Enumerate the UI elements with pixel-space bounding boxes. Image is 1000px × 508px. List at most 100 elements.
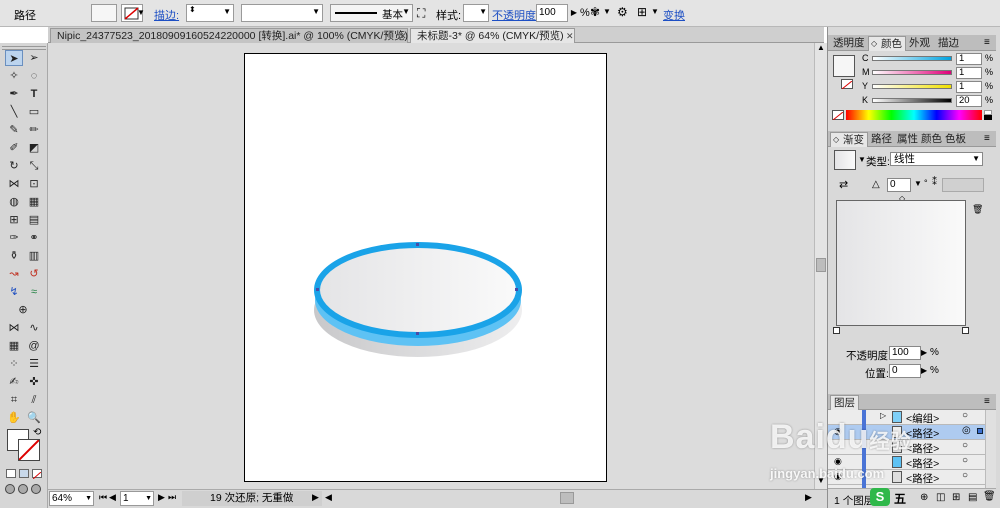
stroke-color-swatch[interactable] bbox=[841, 79, 853, 90]
live-paint-tool-icon[interactable]: ✍ bbox=[5, 374, 23, 390]
black-swatch[interactable] bbox=[984, 115, 992, 120]
gradient-stop-left[interactable] bbox=[833, 327, 840, 334]
chevron-right-icon[interactable]: ▶ bbox=[921, 366, 927, 375]
chevron-down-icon[interactable]: ▼ bbox=[914, 179, 922, 188]
eyedropper-tool-icon[interactable]: ✑ bbox=[5, 230, 23, 246]
scroll-thumb[interactable] bbox=[816, 258, 826, 272]
anchor-point-left[interactable] bbox=[316, 288, 319, 291]
magenta-slider[interactable] bbox=[872, 70, 952, 75]
delete-layer-icon[interactable]: 🗑 bbox=[983, 491, 996, 502]
stop-opacity-input[interactable]: 100 bbox=[889, 346, 921, 360]
close-icon[interactable]: ✕ bbox=[566, 29, 574, 43]
graphic-style-icon[interactable]: ⛶ bbox=[417, 6, 425, 21]
tab-stroke[interactable]: 描边 bbox=[935, 36, 962, 51]
crop-tool-icon[interactable]: ⌗ bbox=[5, 392, 23, 408]
symbol-sprayer-tool-icon[interactable]: ⚱ bbox=[5, 248, 23, 264]
artboard-crosshair-icon[interactable]: ⊕ bbox=[14, 302, 32, 318]
gradient-preview-swatch[interactable] bbox=[834, 150, 856, 170]
artboard-select[interactable]: 1 ▼ bbox=[120, 491, 154, 506]
opacity-link[interactable]: 不透明度: bbox=[492, 7, 539, 23]
target-circle-icon[interactable]: ○ bbox=[962, 410, 968, 421]
anchor-point-bottom[interactable] bbox=[416, 332, 419, 335]
anchor-point-top[interactable] bbox=[416, 243, 419, 246]
direct-selection-tool-icon[interactable]: ➢ bbox=[25, 50, 43, 66]
recolor-icon[interactable]: ✾ bbox=[590, 5, 600, 19]
tab-pathfinder[interactable]: 路径 bbox=[868, 132, 895, 147]
cyan-input[interactable]: 1 bbox=[956, 53, 982, 65]
angle-input[interactable]: 0 bbox=[887, 178, 911, 192]
paintbrush-tool-icon[interactable]: ✎ bbox=[5, 122, 23, 138]
selection-tool-icon[interactable]: ➤ bbox=[5, 50, 23, 66]
chevron-down-icon[interactable]: ▼ bbox=[136, 4, 146, 22]
wrinkle-tool-icon[interactable]: ≈ bbox=[25, 284, 43, 300]
rotate-tool-icon[interactable]: ↻ bbox=[5, 158, 23, 174]
eraser-tool-icon[interactable]: ◩ bbox=[25, 140, 43, 156]
reverse-gradient-icon[interactable]: ⇄ bbox=[839, 178, 848, 191]
fill-color-swatch[interactable] bbox=[833, 55, 855, 77]
ellipse-artwork[interactable] bbox=[300, 225, 540, 375]
anchor-point-right[interactable] bbox=[515, 288, 518, 291]
graph-tool-icon[interactable]: ▦ bbox=[5, 338, 23, 354]
target-circle-icon[interactable]: ○ bbox=[962, 440, 968, 451]
lasso-tool-icon[interactable]: ◌ bbox=[25, 68, 43, 84]
tab-attributes[interactable]: 属性 bbox=[894, 132, 921, 147]
draw-inside-icon[interactable] bbox=[31, 484, 41, 494]
hand-tool-icon[interactable]: ✋ bbox=[5, 410, 23, 426]
scale-tool-icon[interactable]: ⤡ bbox=[25, 158, 43, 174]
perspective-grid-tool-icon[interactable]: ▦ bbox=[25, 194, 43, 210]
hscroll-thumb[interactable] bbox=[560, 492, 574, 504]
zoom-select[interactable]: 64% ▼ bbox=[49, 491, 94, 506]
prev-artboard-icon[interactable]: ◀ bbox=[109, 492, 116, 503]
variable-width-select[interactable]: ▼ bbox=[241, 4, 323, 22]
chevron-down-icon[interactable]: ▼ bbox=[651, 7, 659, 16]
warp-tool-icon[interactable]: ↝ bbox=[5, 266, 23, 282]
chevron-right-icon[interactable]: ▶ bbox=[569, 4, 579, 22]
align-icon[interactable]: ⊞ bbox=[637, 5, 647, 19]
gradient-type-select[interactable]: 线性 ▼ bbox=[890, 152, 983, 166]
blend-tool-icon[interactable]: ⚭ bbox=[25, 230, 43, 246]
status-menu-icon[interactable]: ▶ bbox=[312, 492, 319, 503]
target-circle-icon[interactable]: ○ bbox=[962, 455, 968, 466]
tab-swatches[interactable]: 色板 bbox=[942, 132, 969, 147]
tab-appearance[interactable]: 外观 bbox=[906, 36, 933, 51]
panel-menu-icon[interactable]: ≡ bbox=[984, 37, 990, 48]
tab-color-2[interactable]: 颜色 bbox=[918, 132, 945, 147]
clipping-mask-icon[interactable]: ◫ bbox=[936, 492, 945, 503]
sogou-ime-icon[interactable]: S bbox=[870, 488, 890, 506]
tab-document-2[interactable]: 未标题-3* @ 64% (CMYK/预览) ✕ bbox=[410, 28, 575, 43]
slice-tool-icon[interactable]: ⫽ bbox=[25, 392, 43, 408]
type-tool-icon[interactable]: T bbox=[25, 86, 43, 102]
gradient-stop-right[interactable] bbox=[962, 327, 969, 334]
tab-document-1[interactable]: Nipic_24377523_20180909160524220000 [转换]… bbox=[50, 28, 408, 43]
document-setup-icon[interactable]: ⚙ bbox=[617, 5, 628, 19]
color-spectrum-ramp[interactable] bbox=[846, 110, 982, 120]
new-sublayer-icon[interactable]: ⊞ bbox=[952, 492, 960, 503]
spiral-tool-icon[interactable]: @ bbox=[25, 338, 43, 354]
live-paint-select-tool-icon[interactable]: ✜ bbox=[25, 374, 43, 390]
first-artboard-icon[interactable]: ⏮ bbox=[99, 492, 107, 503]
pen-tool-icon[interactable]: ✒ bbox=[5, 86, 23, 102]
tab-layers[interactable]: 图层 bbox=[830, 395, 859, 410]
stroke-swatch[interactable] bbox=[18, 439, 40, 461]
none-mode-icon[interactable] bbox=[32, 469, 42, 480]
style-swatch[interactable]: ▼ bbox=[463, 4, 489, 22]
stroke-weight-select[interactable]: ⬍ ▼ bbox=[186, 4, 234, 22]
fill-swatch[interactable] bbox=[91, 4, 117, 22]
list-tool-icon[interactable]: ☰ bbox=[25, 356, 43, 372]
target-circle-icon[interactable]: ○ bbox=[962, 470, 968, 481]
swap-fill-stroke-icon[interactable]: ⟲ bbox=[33, 427, 41, 438]
yellow-input[interactable]: 1 bbox=[956, 81, 982, 93]
twirl-tool-icon[interactable]: ↺ bbox=[25, 266, 43, 282]
scatter-graph-tool-icon[interactable]: ⁘ bbox=[5, 356, 23, 372]
aspect-ratio-input[interactable] bbox=[942, 178, 984, 192]
zoom-tool-icon[interactable]: 🔍 bbox=[25, 410, 43, 426]
next-artboard-icon[interactable]: ▶ bbox=[158, 492, 165, 503]
shape-builder-tool-icon[interactable]: ◍ bbox=[5, 194, 23, 210]
blob-brush-tool-icon[interactable]: ✐ bbox=[5, 140, 23, 156]
locate-object-icon[interactable]: ⊕ bbox=[920, 492, 928, 503]
scroll-up-icon[interactable]: ▲ bbox=[817, 43, 825, 52]
new-layer-icon[interactable]: ▤ bbox=[968, 492, 977, 503]
chevron-down-icon[interactable]: ▼ bbox=[603, 7, 611, 16]
chevron-right-icon[interactable]: ▶ bbox=[921, 348, 927, 357]
pencil-tool-icon[interactable]: ✏ bbox=[25, 122, 43, 138]
